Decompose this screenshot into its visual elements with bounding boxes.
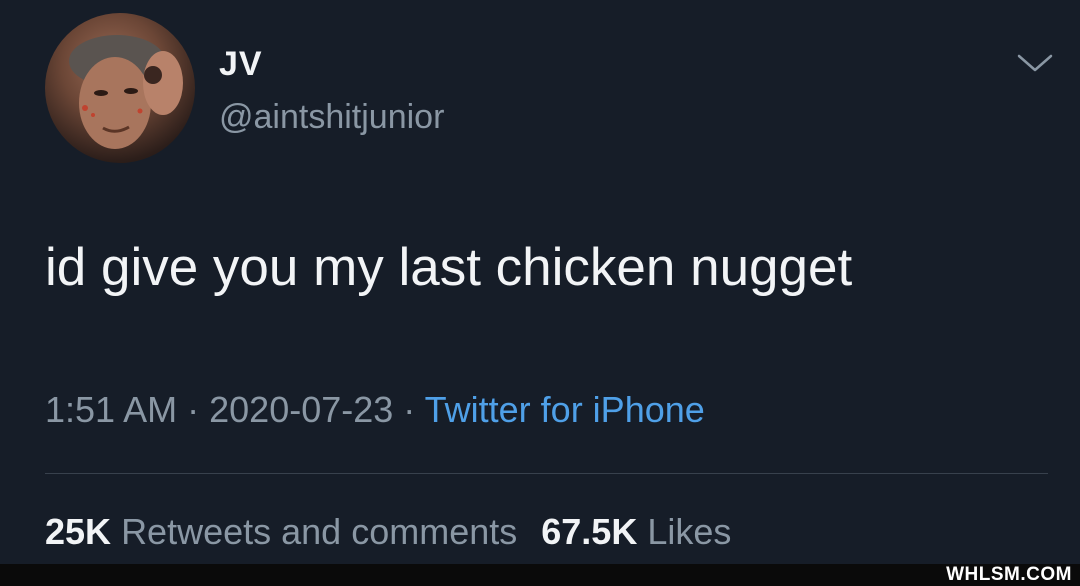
watermark: WHLSM.COM (946, 564, 1072, 585)
likes-label: Likes (647, 511, 732, 552)
display-name[interactable]: JV (219, 44, 263, 84)
tweet-text: id give you my last chicken nugget (45, 238, 853, 297)
avatar[interactable] (45, 13, 195, 163)
chevron-down-icon[interactable] (1015, 50, 1055, 76)
likes-count: 67.5K (541, 511, 638, 552)
divider (45, 473, 1048, 474)
tweet-card: JV @aintshitjunior id give you my last c… (0, 0, 1080, 564)
tweet-meta: 1:51 AM · 2020-07-23 · Twitter for iPhon… (45, 388, 705, 432)
tweet-date[interactable]: 2020-07-23 (209, 389, 393, 430)
user-handle[interactable]: @aintshitjunior (219, 97, 444, 137)
meta-separator: · (187, 389, 200, 430)
watermark-bar: WHLSM.COM (0, 564, 1080, 586)
tweet-source-link[interactable]: Twitter for iPhone (425, 389, 705, 430)
meta-separator: · (403, 389, 416, 430)
likes-stat[interactable]: 67.5K Likes (541, 511, 731, 552)
retweets-stat[interactable]: 25K Retweets and comments (45, 511, 517, 552)
retweets-count: 25K (45, 511, 112, 552)
retweets-label: Retweets and comments (121, 511, 518, 552)
avatar-photo (69, 35, 183, 149)
tweet-stats: 25K Retweets and comments 67.5K Likes (45, 510, 731, 554)
tweet-time[interactable]: 1:51 AM (45, 389, 177, 430)
